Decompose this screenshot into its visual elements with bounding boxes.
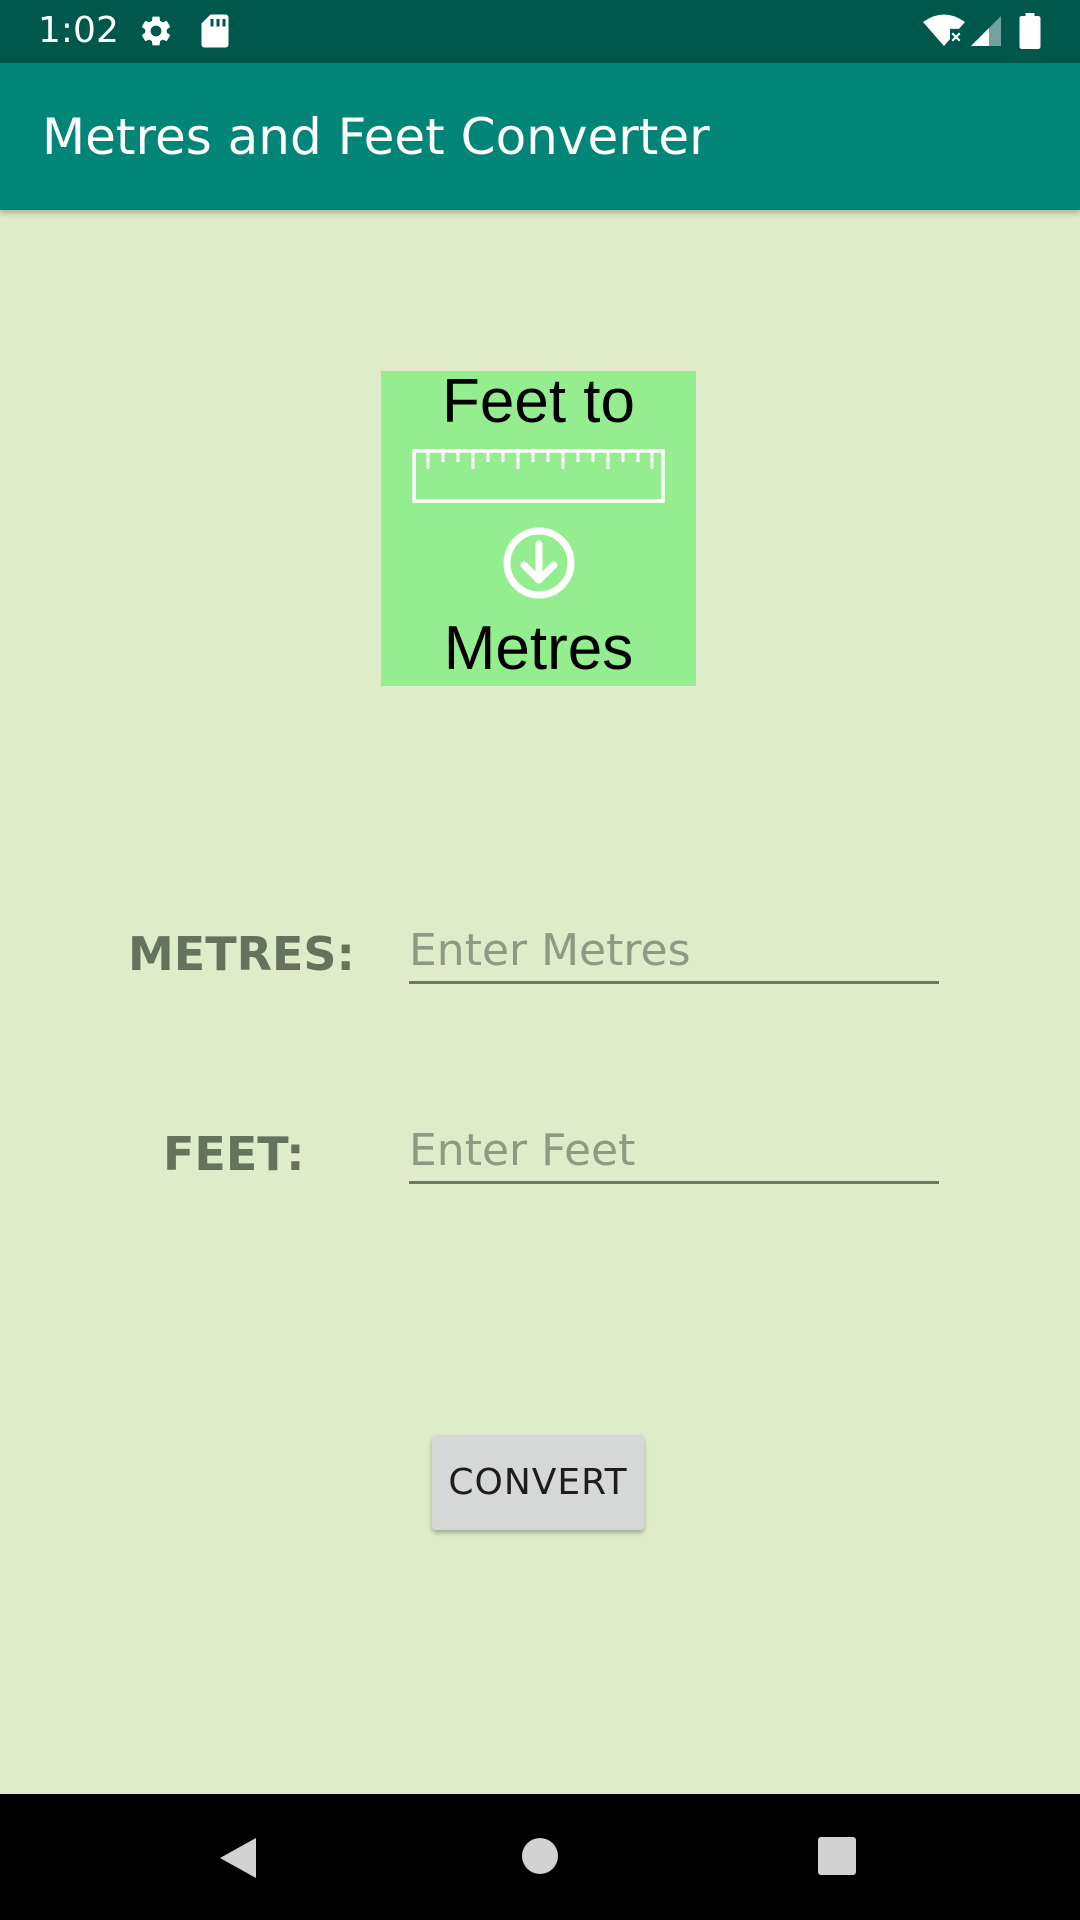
navigation-bar — [0, 1794, 1080, 1920]
recents-icon[interactable] — [817, 1836, 857, 1876]
banner-top-text: Feet to — [442, 367, 635, 436]
back-icon[interactable] — [216, 1834, 260, 1882]
battery-icon — [1019, 13, 1041, 49]
signal-icon — [971, 16, 1001, 46]
gear-icon — [141, 16, 171, 46]
feet-label: FEET: — [163, 1127, 305, 1181]
metres-label: METRES: — [128, 927, 355, 981]
metres-input[interactable] — [409, 919, 939, 984]
ruler-icon — [412, 449, 665, 503]
feet-to-metres-banner: Feet to Metres — [381, 371, 696, 686]
wifi-icon — [923, 14, 965, 46]
feet-input[interactable] — [409, 1119, 939, 1184]
app-bar: Metres and Feet Converter — [0, 63, 1080, 210]
arrow-down-circle-icon — [503, 527, 575, 599]
status-time: 1:02 — [38, 10, 119, 51]
status-bar: 1:02 — [0, 0, 1080, 63]
convert-button[interactable]: CONVERT — [432, 1435, 644, 1530]
banner-bottom-text: Metres — [443, 614, 634, 683]
app-title: Metres and Feet Converter — [42, 108, 710, 166]
sd-card-icon — [201, 14, 229, 48]
home-icon[interactable] — [520, 1836, 560, 1876]
